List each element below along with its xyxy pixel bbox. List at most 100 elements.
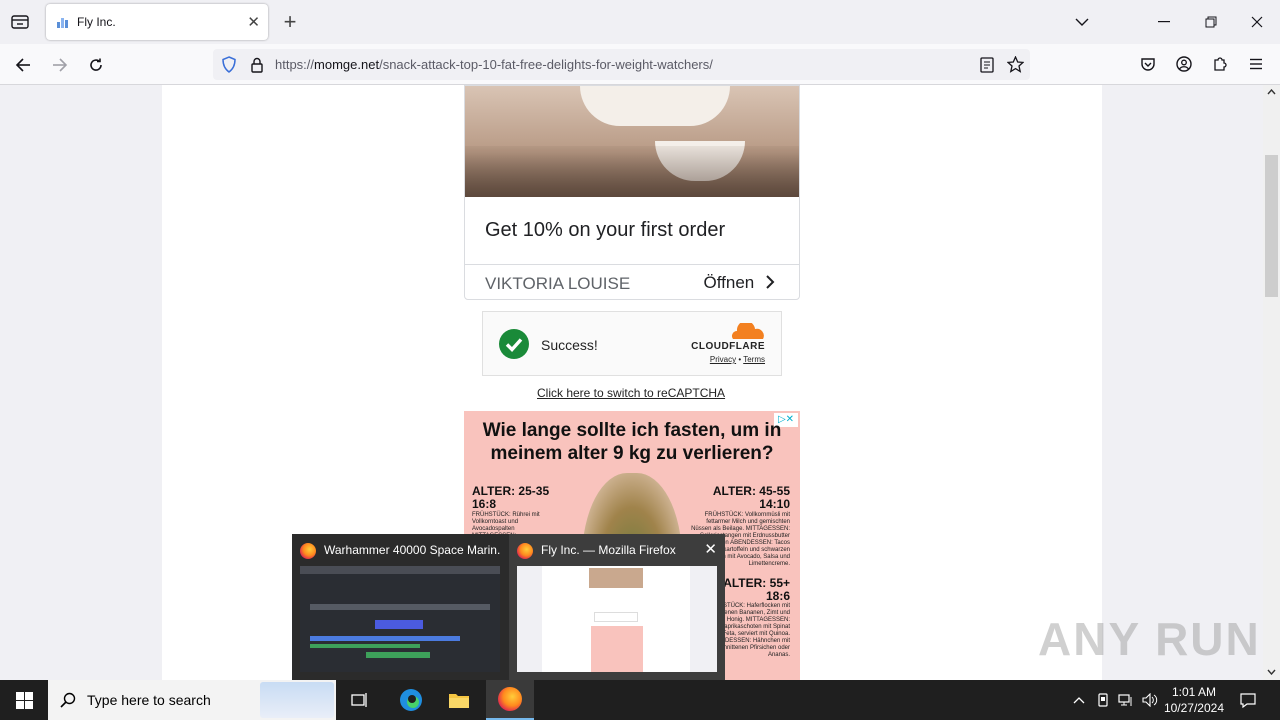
- url-text[interactable]: https://momge.net/snack-attack-top-10-fa…: [275, 57, 713, 72]
- volume-icon[interactable]: [1139, 680, 1161, 720]
- windows-logo-icon: [15, 691, 33, 709]
- forward-button[interactable]: [47, 52, 73, 78]
- page-scrollbar[interactable]: [1263, 85, 1280, 680]
- right-age: ALTER: 45-55: [712, 484, 790, 498]
- tab-title: Fly Inc.: [77, 15, 116, 29]
- url-bar[interactable]: https://momge.net/snack-attack-top-10-fa…: [213, 49, 1030, 80]
- chevron-up-icon: [1073, 696, 1085, 703]
- restore-window-icon[interactable]: [1197, 10, 1225, 34]
- ad-headline: Get 10% on your first order: [485, 219, 726, 241]
- reader-view-icon[interactable]: [980, 57, 994, 73]
- ad-divider: [465, 264, 799, 265]
- task-view-icon: [351, 693, 367, 707]
- forward-arrow-icon: [53, 58, 68, 72]
- clock-date: 10/27/2024: [1163, 701, 1224, 715]
- pocket-button[interactable]: [1136, 52, 1160, 76]
- folder-icon: [449, 694, 469, 708]
- taskbar-window-preview: Warhammer 40000 Space Marin... Fly Inc. …: [292, 534, 725, 680]
- preview-fly-inc-window[interactable]: Fly Inc. — Mozilla Firefox ✕: [509, 534, 725, 680]
- reload-icon: [90, 58, 102, 71]
- navigation-toolbar: https://momge.net/snack-attack-top-10-fa…: [0, 44, 1280, 85]
- links-separator: •: [738, 355, 742, 364]
- firefox-icon: [517, 543, 533, 559]
- extensions-button[interactable]: [1208, 52, 1232, 76]
- right-ratio: 14:10: [759, 497, 790, 511]
- network-icon[interactable]: [1115, 680, 1137, 720]
- account-icon: [1176, 56, 1192, 72]
- preview-title: Warhammer 40000 Space Marin...: [324, 543, 500, 557]
- privacy-link[interactable]: Privacy: [710, 355, 736, 364]
- preview-title: Fly Inc. — Mozilla Firefox: [541, 543, 676, 557]
- tab-close-icon[interactable]: ✕: [247, 13, 260, 31]
- bookmark-star-icon[interactable]: [1007, 56, 1024, 73]
- minimize-window-icon[interactable]: [1150, 10, 1178, 34]
- close-window-icon[interactable]: [1243, 10, 1271, 34]
- url-path: /snack-attack-top-10-fat-free-delights-f…: [379, 57, 713, 72]
- ad-open-label: Öffnen: [703, 273, 755, 292]
- tracking-protection-shield-icon[interactable]: [221, 56, 237, 73]
- ad-brand-name: VIKTORIA LOUISE: [485, 274, 631, 293]
- lock-icon[interactable]: [250, 57, 264, 73]
- puzzle-piece-icon: [1214, 57, 1227, 71]
- notification-icon: [1240, 692, 1256, 708]
- search-highlight-illustration: [260, 682, 334, 718]
- taskbar-search-box[interactable]: Type here to search: [48, 680, 336, 720]
- account-button[interactable]: [1172, 52, 1196, 76]
- scroll-down-arrow-icon[interactable]: [1267, 669, 1276, 675]
- preview-thumbnail: [517, 566, 717, 672]
- file-explorer-taskbar-button[interactable]: [438, 680, 480, 720]
- search-icon: [60, 692, 76, 708]
- list-all-tabs-icon[interactable]: [1070, 10, 1094, 34]
- preview-close-icon[interactable]: ✕: [704, 540, 717, 558]
- task-view-button[interactable]: [340, 680, 380, 720]
- firefox-view-icon: [11, 15, 29, 29]
- cloudflare-logo-text: CLOUDFLARE: [691, 341, 765, 352]
- firefox-icon: [300, 543, 316, 559]
- left-ratio: 16:8: [472, 497, 497, 511]
- preview-thumbnail: [300, 566, 500, 672]
- new-tab-button[interactable]: +: [278, 9, 302, 35]
- clock-time: 1:01 AM: [1171, 685, 1216, 699]
- url-host: momge.net: [314, 57, 380, 72]
- scroll-up-arrow-icon[interactable]: [1267, 89, 1276, 95]
- back-button[interactable]: [10, 52, 36, 78]
- back-arrow-icon: [15, 58, 30, 72]
- edge-taskbar-button[interactable]: [390, 680, 432, 720]
- cloudflare-links: Privacy • Terms: [710, 355, 765, 364]
- firefox-taskbar-button[interactable]: [486, 680, 534, 720]
- ad-open-button[interactable]: Öffnen: [704, 273, 775, 293]
- captcha-status-text: Success!: [541, 337, 598, 353]
- edge-browser-icon: [400, 689, 422, 711]
- success-check-icon: [499, 329, 529, 359]
- ad-photo: [465, 86, 799, 197]
- tab-fly-inc[interactable]: Fly Inc. ✕: [46, 4, 268, 40]
- notification-center-button[interactable]: [1234, 680, 1262, 720]
- show-hidden-icons-button[interactable]: [1068, 680, 1090, 720]
- cloudflare-cloud-icon: [732, 323, 764, 339]
- firefox-icon: [498, 687, 522, 711]
- right2-age: ALTER: 55+: [723, 576, 790, 590]
- advertisement-card[interactable]: Get 10% on your first order VIKTORIA LOU…: [464, 85, 800, 300]
- tray-device-icon[interactable]: [1092, 680, 1114, 720]
- cloudflare-turnstile-widget[interactable]: Success! CLOUDFLARE Privacy • Terms: [482, 311, 782, 376]
- firefox-view-button[interactable]: [8, 11, 32, 33]
- windows-taskbar: Type here to search 1:01 AM 10/27/2024: [0, 680, 1280, 720]
- right2-ratio: 18:6: [765, 589, 790, 603]
- reload-button[interactable]: [83, 52, 109, 78]
- start-button[interactable]: [0, 680, 48, 720]
- anyrun-watermark: ANY RUN: [1038, 613, 1261, 665]
- preview-warhammer-window[interactable]: Warhammer 40000 Space Marin...: [292, 534, 508, 680]
- hamburger-menu-icon: [1250, 58, 1262, 70]
- chevron-right-icon: [766, 275, 775, 289]
- url-prefix: https://: [275, 57, 315, 72]
- tab-bar: Fly Inc. ✕ +: [0, 0, 1280, 44]
- search-placeholder: Type here to search: [87, 692, 211, 708]
- ad2-title: Wie lange sollte ich fasten, um in meine…: [482, 420, 782, 464]
- terms-link[interactable]: Terms: [743, 355, 765, 364]
- scrollbar-thumb[interactable]: [1265, 155, 1278, 297]
- site-favicon-icon: [57, 18, 68, 28]
- clock[interactable]: 1:01 AM 10/27/2024: [1164, 684, 1224, 716]
- switch-to-recaptcha-link[interactable]: Click here to switch to reCAPTCHA: [537, 386, 725, 400]
- left-age: ALTER: 25-35: [472, 484, 550, 498]
- app-menu-button[interactable]: [1244, 52, 1268, 76]
